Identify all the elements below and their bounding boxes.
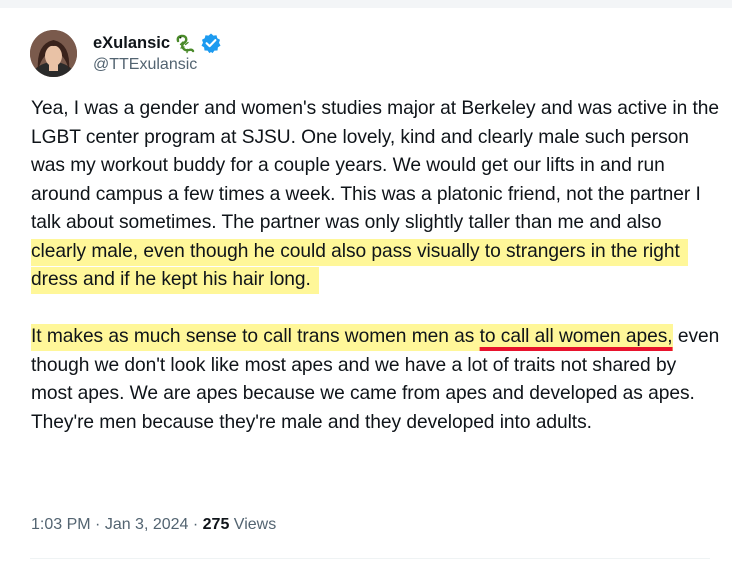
top-divider xyxy=(0,0,732,8)
tweet-paragraph-2: It makes as much sense to call trans wom… xyxy=(31,323,721,437)
avatar[interactable] xyxy=(30,30,77,77)
author-display-name[interactable]: eXulansic xyxy=(93,34,170,53)
tweet-paragraph-1-text: Yea, I was a gender and women's studies … xyxy=(31,98,720,233)
highlighted-passage-1: clearly male, even though he could also … xyxy=(31,238,688,294)
tweet-meta: 1:03 PM · Jan 3, 2024 · 275 Views xyxy=(31,516,276,534)
author-handle[interactable]: @TTExulansic xyxy=(93,56,197,74)
meta-separator: · xyxy=(90,516,105,533)
highlighted-passage-2: It makes as much sense to call trans wom… xyxy=(31,324,480,351)
verified-badge-icon[interactable] xyxy=(200,32,222,54)
views-label[interactable]: Views xyxy=(229,516,276,534)
lizard-icon xyxy=(174,32,196,54)
bottom-divider xyxy=(30,558,710,559)
underlined-highlighted-phrase: to call all women apes, xyxy=(479,324,673,351)
tweet-date[interactable]: Jan 3, 2024 xyxy=(105,516,189,534)
meta-separator: · xyxy=(188,516,203,533)
views-count[interactable]: 275 xyxy=(203,516,230,534)
author-name-row[interactable]: eXulansic xyxy=(93,32,222,54)
tweet-time[interactable]: 1:03 PM xyxy=(31,516,91,534)
tweet-text: Yea, I was a gender and women's studies … xyxy=(31,95,721,437)
avatar-image xyxy=(30,30,77,77)
tweet-paragraph-1: Yea, I was a gender and women's studies … xyxy=(31,95,721,295)
